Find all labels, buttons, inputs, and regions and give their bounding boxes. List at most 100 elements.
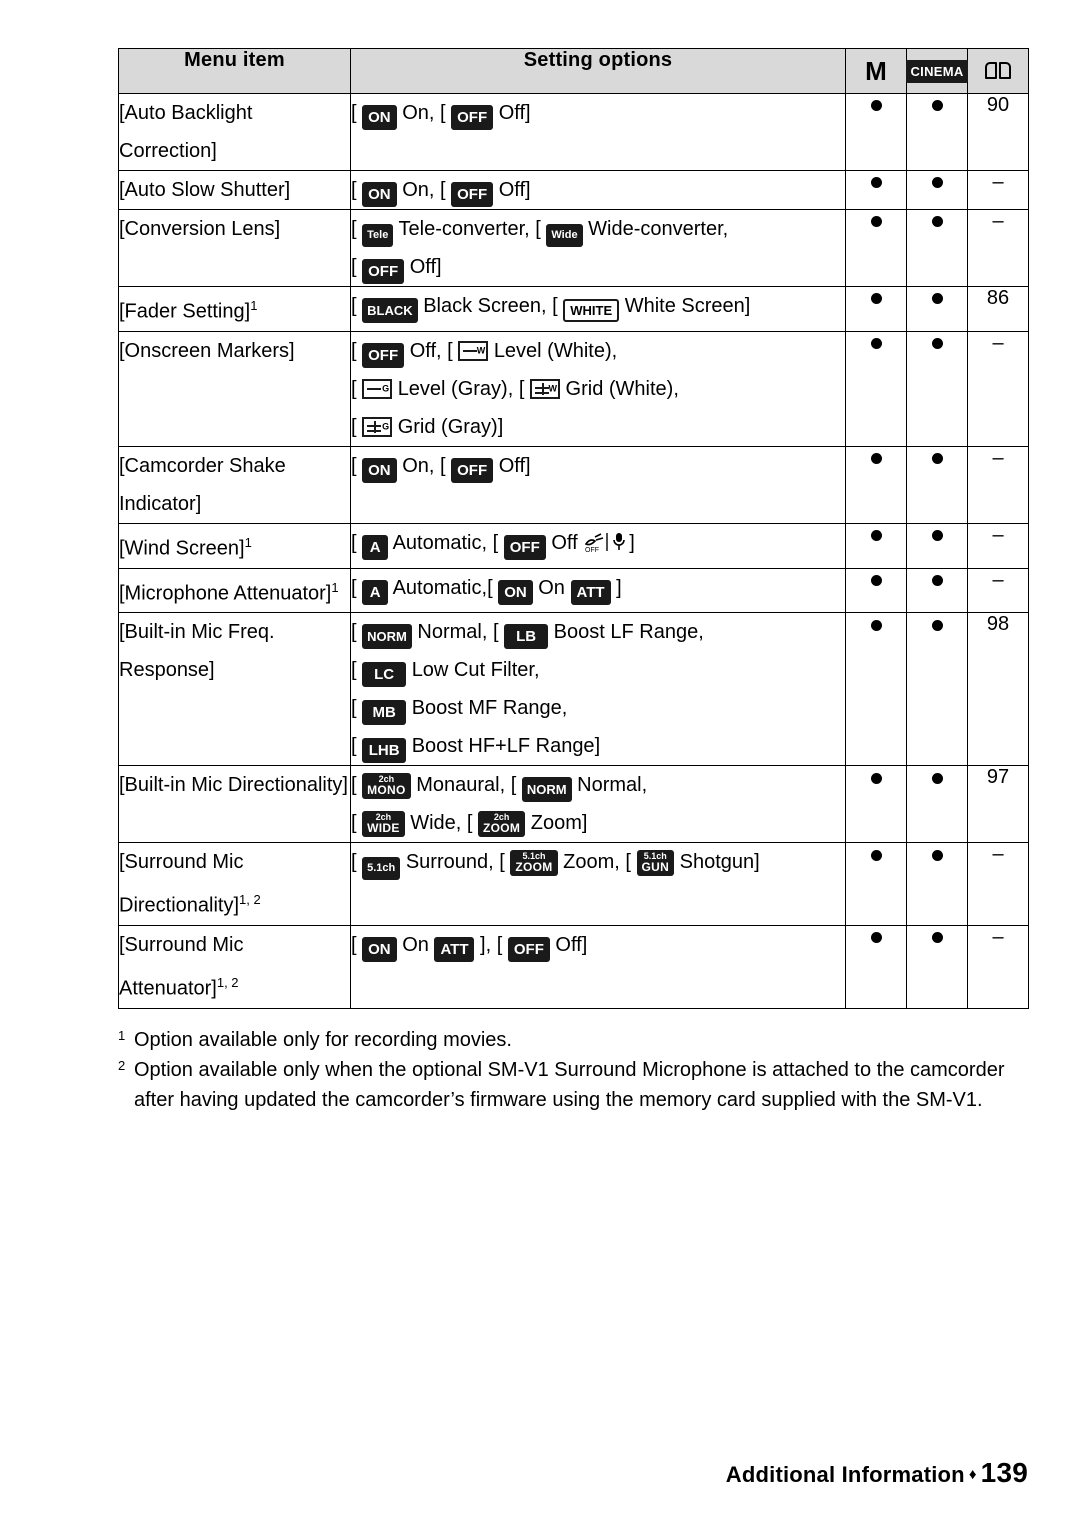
- table-row: [Onscreen Markers] [ OFF Off, [ W Level …: [118, 330, 1029, 447]
- zoom-2ch-chip: 2ch ZOOM: [478, 811, 526, 837]
- option-label-off: Off: [498, 102, 525, 124]
- header-mode-m: M: [845, 48, 907, 94]
- mode-cinema-mark: [906, 286, 968, 332]
- on-chip: ON: [362, 182, 397, 207]
- option-label-on: On: [402, 102, 429, 124]
- mode-m-glyph: M: [865, 56, 887, 86]
- mono-chip: 2ch MONO: [362, 773, 411, 799]
- mode-cinema-mark: [906, 765, 968, 844]
- level-white-icon: W: [458, 340, 489, 361]
- page-ref: 97: [967, 765, 1029, 844]
- option-label-boost-lf: Boost LF Range,: [553, 621, 704, 644]
- mode-cinema-mark: [906, 330, 968, 447]
- menu-item-wind-screen: [Wind Screen]1: [118, 522, 351, 569]
- off-chip: OFF: [507, 936, 550, 962]
- mode-cinema-mark: [906, 445, 968, 524]
- mode-m-mark: [845, 924, 907, 1009]
- footnote-text: Option available only when the optional …: [134, 1058, 1005, 1111]
- options-conversion-lens: [ Tele Tele-converter, [ Wide Wide-conve…: [350, 209, 846, 287]
- att-chip: ATT: [570, 579, 611, 605]
- menu-item-label: [Fader Setting]: [119, 300, 251, 323]
- mode-m-mark: [845, 842, 907, 926]
- mode-cinema-mark: [906, 209, 968, 287]
- norm-chip: NORM: [362, 624, 412, 650]
- tele-chip: Tele: [362, 224, 394, 247]
- menu-item-conversion-lens: [Conversion Lens]: [118, 209, 351, 287]
- footer-section: Additional Information: [725, 1462, 965, 1487]
- footnote-marker: 1, 2: [239, 892, 261, 908]
- option-label-normal: Normal,: [577, 774, 648, 797]
- option-label-off: Off: [555, 933, 582, 956]
- option-label-wide: Wide-converter,: [588, 218, 729, 240]
- menu-item-surround-mic-attenuator: [Surround Mic Attenuator]1, 2: [118, 924, 351, 1009]
- option-label-automatic: Automatic,: [392, 531, 488, 554]
- footnote-number: 2: [118, 1057, 126, 1073]
- header-page-reference: [967, 48, 1029, 94]
- table-row: [Camcorder Shake Indicator] [ ON On, [ O…: [118, 445, 1029, 524]
- grid-white-icon: W: [529, 378, 560, 399]
- option-label-on: On: [402, 933, 429, 956]
- mode-m-mark: [845, 170, 907, 210]
- black-chip: BLACK: [362, 298, 418, 323]
- table-header-row: Menu item Setting options M CINEMA: [118, 48, 1029, 94]
- off-chip: OFF: [362, 342, 405, 368]
- option-label-automatic: Automatic,: [392, 576, 488, 599]
- off-chip: OFF: [451, 182, 494, 207]
- menu-item-auto-backlight-correction: [Auto Backlight Correction]: [118, 93, 351, 171]
- page-ref: –: [967, 567, 1029, 614]
- option-label-off: Off: [551, 531, 578, 554]
- mode-m-mark: [845, 286, 907, 332]
- option-label-shotgun: Shotgun: [679, 851, 755, 874]
- footnote-marker: 1, 2: [216, 974, 239, 990]
- option-label-zoom: Zoom,: [563, 851, 620, 874]
- surround-chip: 5.1ch: [362, 857, 401, 881]
- on-chip: ON: [498, 579, 533, 605]
- windscreen-mic-icons: OFF: [585, 532, 625, 554]
- footnote-marker: 1: [250, 298, 258, 313]
- menu-item-label: [Surround Mic Directionality]: [119, 851, 244, 917]
- options-fader-setting: [ BLACK Black Screen, [ WHITE White Scre…: [350, 286, 846, 332]
- option-label-off: Off,: [409, 339, 442, 362]
- footnotes: 1 Option available only for recording mo…: [118, 1025, 1028, 1115]
- option-label-on: On: [402, 454, 429, 477]
- option-label-wide: Wide,: [410, 812, 462, 835]
- page-ref: 90: [967, 93, 1029, 171]
- page-ref: –: [967, 522, 1029, 569]
- table-row: [Fader Setting]1 [ BLACK Black Screen, […: [118, 286, 1029, 332]
- option-label-monaural: Monaural,: [416, 774, 506, 797]
- att-chip: ATT: [434, 936, 475, 962]
- options-builtin-mic-directionality: [ 2ch MONO Monaural, [ NORM Normal, [ 2ch…: [350, 765, 846, 844]
- option-label-boost-mf: Boost MF Range,: [411, 697, 568, 720]
- footnote-number: 1: [118, 1027, 126, 1043]
- wide-2ch-chip: 2ch WIDE: [362, 811, 405, 837]
- mode-cinema-mark: [906, 924, 968, 1009]
- mode-m-mark: [845, 765, 907, 844]
- menu-item-fader-setting: [Fader Setting]1: [118, 286, 351, 332]
- option-label-off: Off: [498, 454, 525, 477]
- surround-gun-chip: 5.1ch GUN: [636, 850, 675, 876]
- lc-chip: LC: [362, 662, 407, 688]
- menu-item-label: [Microphone Attenuator]: [119, 582, 332, 605]
- off-chip: OFF: [451, 105, 494, 130]
- on-chip: ON: [362, 105, 397, 130]
- option-label-on: On: [538, 576, 565, 599]
- option-label-low-cut: Low Cut Filter,: [411, 659, 540, 682]
- automatic-chip: A: [362, 534, 389, 560]
- mode-m-mark: [845, 445, 907, 524]
- automatic-chip: A: [362, 579, 389, 605]
- page-ref: –: [967, 170, 1029, 210]
- options-wind-screen: [ A Automatic, [ OFF Off OFF]: [350, 522, 846, 569]
- menu-item-builtin-mic-freq-response: [Built-in Mic Freq. Response]: [118, 612, 351, 767]
- header-setting-options: Setting options: [350, 48, 846, 94]
- lhb-chip: LHB: [362, 738, 407, 764]
- option-label-off: Off: [409, 256, 436, 278]
- options-auto-slow-shutter: [ ON On, [ OFF Off]: [350, 170, 846, 210]
- footnote-text: Option available only for recording movi…: [134, 1028, 512, 1051]
- menu-settings-table: Menu item Setting options M CINEMA [Auto…: [118, 48, 1029, 1009]
- on-chip: ON: [362, 457, 397, 483]
- manual-page: Menu item Setting options M CINEMA [Auto…: [0, 0, 1080, 1521]
- mode-m-mark: [845, 330, 907, 447]
- page-ref: –: [967, 445, 1029, 524]
- mode-cinema-mark: [906, 522, 968, 569]
- norm-chip: NORM: [521, 777, 572, 803]
